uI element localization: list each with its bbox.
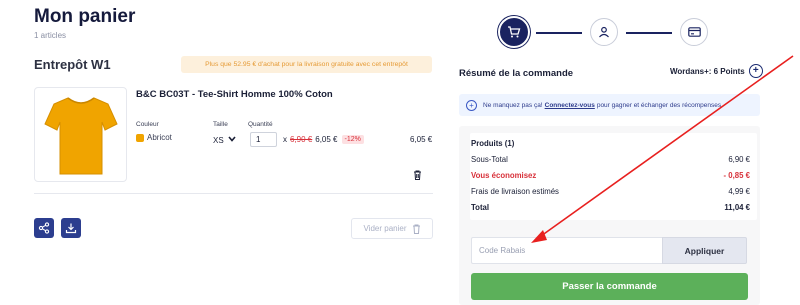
coupon-input[interactable]: Code Rabais <box>471 237 662 264</box>
clear-cart-label: Vider panier <box>363 224 407 233</box>
tshirt-icon <box>43 96 118 174</box>
current-price: 6,05 € <box>315 135 338 144</box>
summary-row-products: Produits (1) <box>471 139 750 148</box>
row-label: Frais de livraison estimés <box>471 187 559 196</box>
unit-price: x 6,90 € 6,05 € -12% <box>283 135 364 144</box>
loyalty-points: Wordans+: 6 Points + <box>670 64 763 78</box>
row-value: - 0,85 € <box>723 171 750 180</box>
color-name: Abricot <box>147 133 172 142</box>
row-value: 6,90 € <box>728 155 750 164</box>
trash-icon[interactable] <box>413 167 422 185</box>
product-image[interactable] <box>34 87 127 182</box>
page-title: Mon panier <box>34 6 136 27</box>
share-icon <box>38 222 50 234</box>
old-price: 6,90 € <box>290 135 313 144</box>
cart-icon <box>508 26 521 38</box>
color-label: Couleur <box>136 121 159 128</box>
checkout-stepper <box>500 18 710 48</box>
summary-row-total: Total 11,04 € <box>471 203 750 212</box>
line-total: 6,05 € <box>410 135 433 144</box>
trash-icon <box>412 224 420 234</box>
product-name[interactable]: B&C BC03T - Tee-Shirt Homme 100% Coton <box>136 89 333 100</box>
step-account[interactable] <box>590 18 618 46</box>
chevron-down-icon <box>228 136 236 144</box>
row-value: 11,04 € <box>724 203 750 212</box>
plus-circle-icon[interactable]: + <box>748 64 763 78</box>
summary-title: Résumé de la commande <box>459 68 574 79</box>
times-sign: x <box>283 135 287 144</box>
summary-row-shipping: Frais de livraison estimés 4,99 € <box>471 187 750 196</box>
info-text-post: pour gagner et échanger des récompenses <box>596 101 722 109</box>
warehouse-title: Entrepôt W1 <box>34 57 111 72</box>
clear-cart-button[interactable]: Vider panier <box>351 218 433 239</box>
card-icon <box>687 27 701 37</box>
step-payment[interactable] <box>680 18 708 46</box>
login-info-banner: + Ne manquez pas ça! Connectez-vous pour… <box>459 94 760 116</box>
quantity-input[interactable]: 1 <box>250 132 277 147</box>
color-swatch <box>136 133 144 142</box>
row-label: Total <box>471 203 490 212</box>
download-button[interactable] <box>61 218 81 238</box>
apply-coupon-button[interactable]: Appliquer <box>662 237 747 264</box>
summary-row-savings: Vous économisez - 0,85 € <box>471 171 750 180</box>
summary-row-subtotal: Sous-Total 6,90 € <box>471 155 750 164</box>
checkout-button[interactable]: Passer la commande <box>471 273 748 300</box>
item-count: 1 articles <box>34 31 67 40</box>
row-label: Sous-Total <box>471 155 508 164</box>
user-icon <box>599 26 609 38</box>
color-value: Abricot <box>136 133 172 142</box>
divider <box>34 193 433 194</box>
step-connector <box>626 32 672 34</box>
step-connector <box>536 32 582 34</box>
size-label: Taille <box>213 121 228 128</box>
row-label: Vous économisez <box>471 171 537 180</box>
download-icon <box>65 223 77 234</box>
info-text-pre: Ne manquez pas ça! <box>483 101 543 109</box>
size-value: XS <box>213 135 224 145</box>
discount-badge: -12% <box>341 135 364 144</box>
row-label: Produits (1) <box>471 139 515 148</box>
quantity-label: Quantité <box>248 121 273 128</box>
points-label: Wordans+: 6 Points <box>670 66 745 76</box>
share-button[interactable] <box>34 218 54 238</box>
free-shipping-banner: Plus que 52.95 € d'achat pour la livrais… <box>181 56 432 73</box>
step-cart[interactable] <box>500 18 528 46</box>
plus-circle-icon: + <box>466 99 477 111</box>
row-value: 4,99 € <box>728 187 750 196</box>
login-link[interactable]: Connectez-vous <box>545 102 595 109</box>
size-select[interactable]: XS <box>213 133 241 147</box>
